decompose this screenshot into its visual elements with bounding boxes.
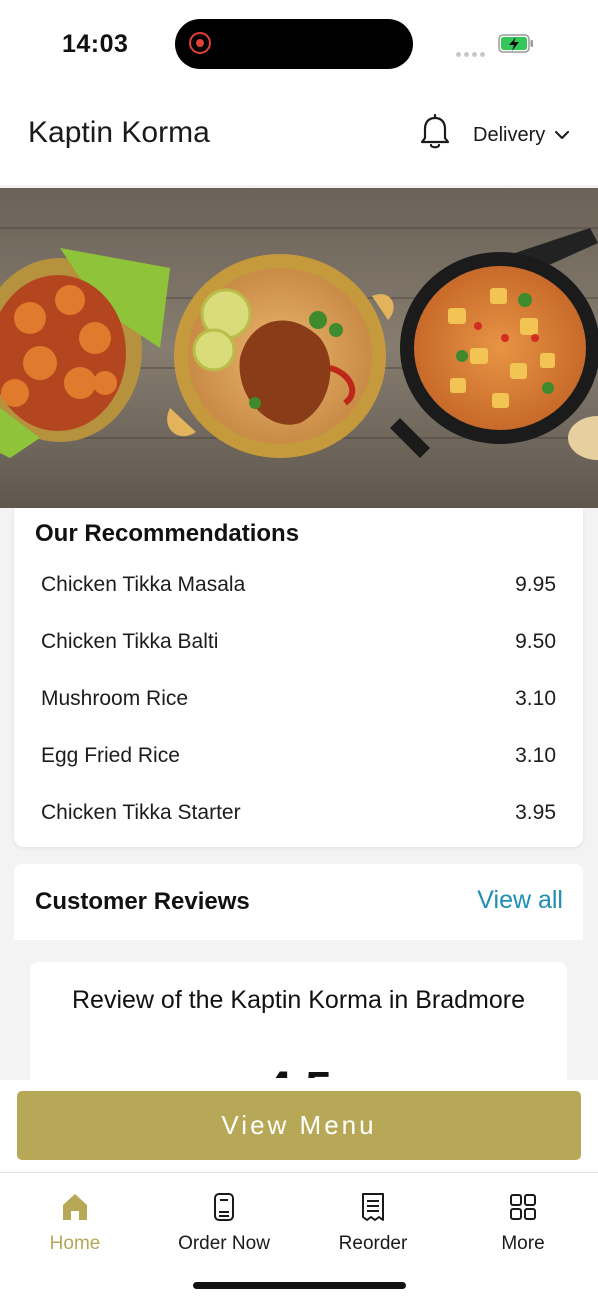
order-now-icon <box>214 1193 234 1221</box>
nav-order-now[interactable]: Order Now <box>164 1191 284 1255</box>
recommendation-item[interactable]: Chicken Tikka Masala 9.95 <box>14 565 583 605</box>
view-menu-button[interactable]: View Menu <box>17 1091 581 1160</box>
status-bar: 14:03 <box>0 0 598 90</box>
screen-recording-icon <box>189 32 211 54</box>
nav-label: Home <box>49 1233 101 1254</box>
nav-label: Reorder <box>338 1233 408 1254</box>
hero-food-image <box>0 188 598 508</box>
nav-reorder[interactable]: Reorder <box>313 1191 433 1255</box>
grid-icon <box>510 1194 536 1220</box>
view-all-reviews-link[interactable]: View all <box>477 886 563 915</box>
recommendation-item[interactable]: Mushroom Rice 3.10 <box>14 679 583 719</box>
reviews-header: Customer Reviews View all <box>14 864 583 940</box>
item-price: 9.50 <box>515 630 556 653</box>
item-name: Chicken Tikka Balti <box>41 630 219 653</box>
receipt-icon <box>362 1193 384 1221</box>
battery-charging-icon <box>498 34 533 53</box>
nav-label: Order Now <box>178 1233 270 1254</box>
item-name: Egg Fried Rice <box>41 744 180 767</box>
item-price: 9.95 <box>515 573 556 596</box>
recommendations-card: Our Recommendations Chicken Tikka Masala… <box>14 508 583 847</box>
signal-icon <box>456 44 488 57</box>
nav-home[interactable]: Home <box>15 1191 135 1255</box>
restaurant-title: Kaptin Korma <box>28 116 210 149</box>
recommendation-item[interactable]: Chicken Tikka Balti 9.50 <box>14 622 583 662</box>
item-price: 3.10 <box>515 744 556 767</box>
item-name: Mushroom Rice <box>41 687 189 710</box>
review-score: 4.5 <box>30 1060 567 1078</box>
recommendations-title: Our Recommendations <box>35 520 300 547</box>
bell-icon[interactable] <box>418 114 452 152</box>
reviews-body: Review of the Kaptin Korma in Bradmore 4… <box>14 940 583 1102</box>
item-name: Chicken Tikka Masala <box>41 573 246 596</box>
home-icon <box>63 1194 87 1220</box>
nav-more[interactable]: More <box>463 1191 583 1255</box>
reviews-title: Customer Reviews <box>35 888 250 915</box>
nav-label: More <box>501 1233 545 1254</box>
chevron-down-icon <box>555 130 570 139</box>
dynamic-island <box>175 19 413 69</box>
status-time: 14:03 <box>62 30 129 58</box>
item-name: Chicken Tikka Starter <box>41 801 241 824</box>
review-heading: Review of the Kaptin Korma in Bradmore <box>72 986 525 1014</box>
recommendation-item[interactable]: Chicken Tikka Starter 3.95 <box>14 793 583 833</box>
app-header: Kaptin Korma Delivery <box>0 90 598 185</box>
item-price: 3.95 <box>515 801 556 824</box>
delivery-label: Delivery <box>473 123 546 146</box>
home-indicator <box>193 1282 406 1289</box>
item-price: 3.10 <box>515 687 556 710</box>
delivery-mode-select[interactable]: Delivery <box>473 122 570 148</box>
recommendation-item[interactable]: Egg Fried Rice 3.10 <box>14 736 583 776</box>
